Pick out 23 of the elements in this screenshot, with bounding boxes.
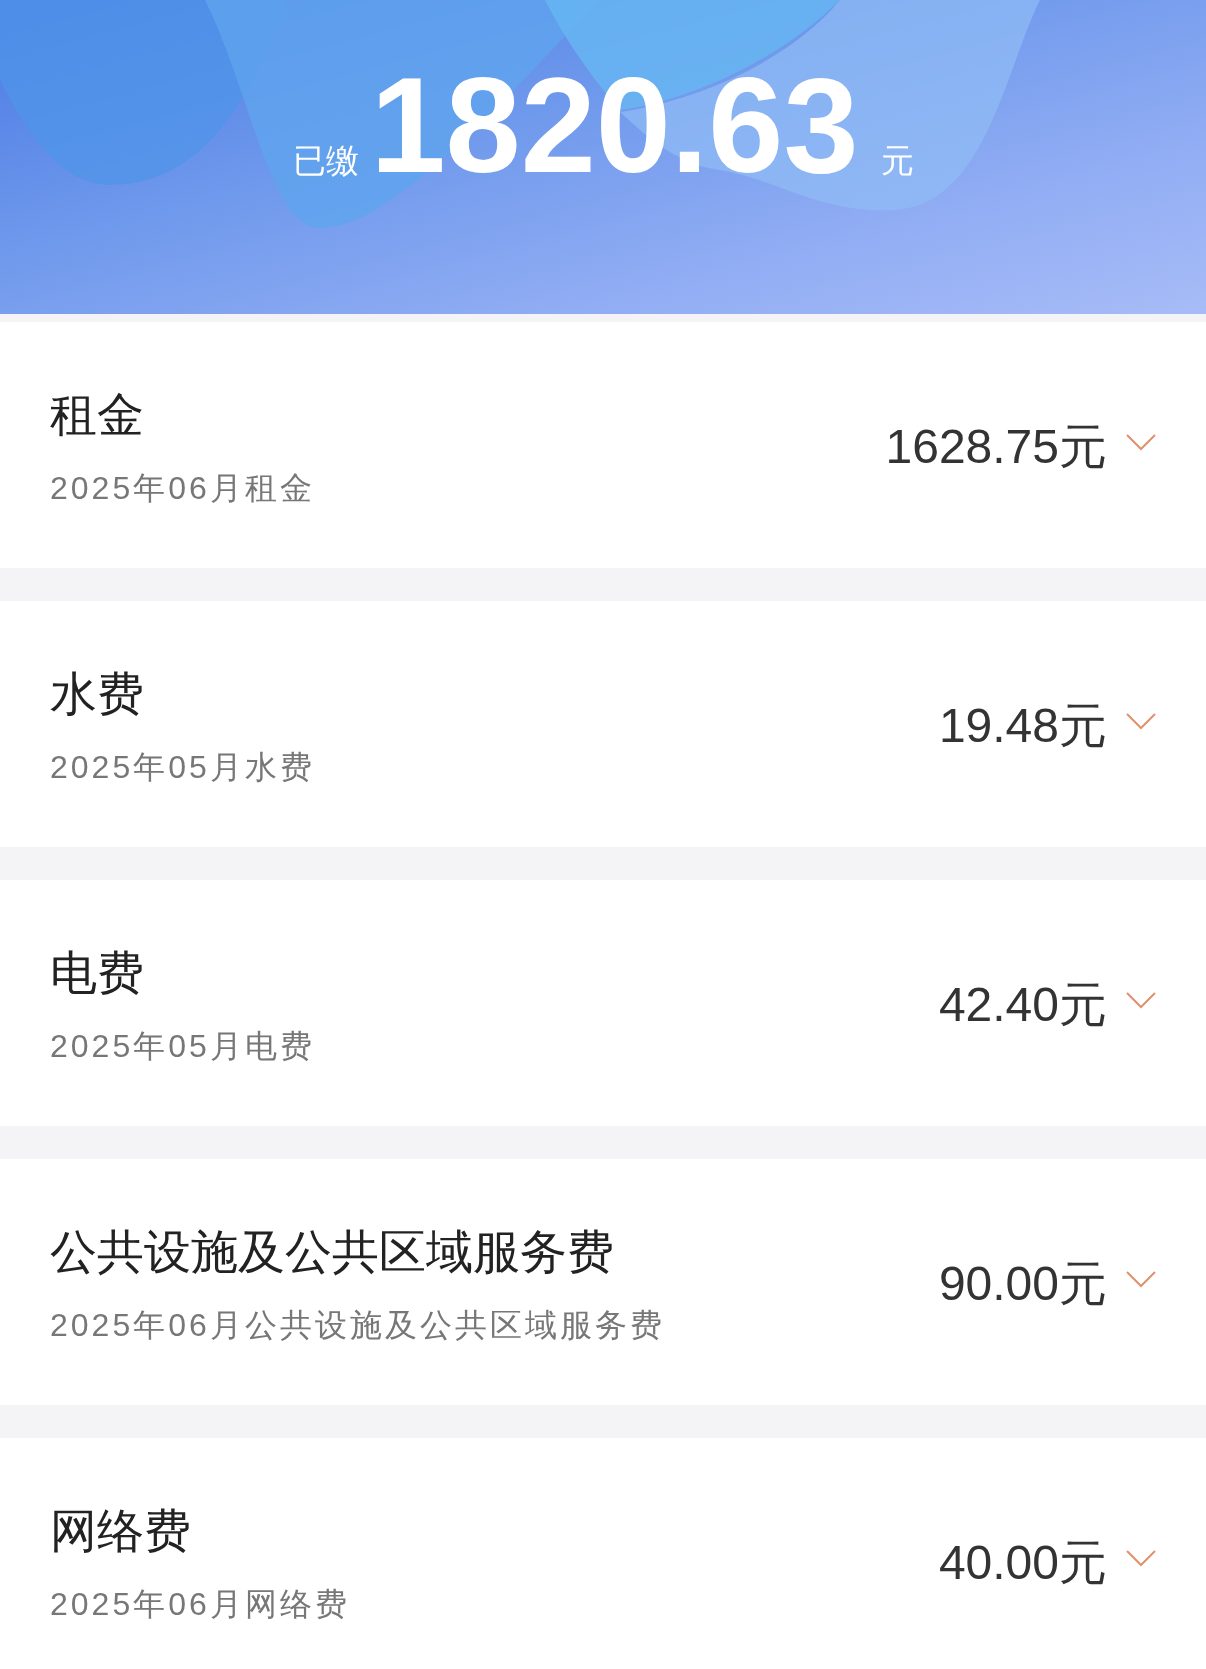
paid-label: 已缴 [292, 144, 359, 177]
bill-amount: 90.00元 [938, 1256, 1107, 1312]
bill-period: 2025年05月水费 [50, 748, 315, 787]
chevron-down-icon[interactable] [1125, 990, 1157, 1010]
chevron-down-icon[interactable] [1125, 1269, 1157, 1289]
total-amount: 1820.63 [370, 58, 859, 193]
bill-title: 租金 [50, 387, 144, 443]
bill-title: 公共设施及公共区域服务费 [50, 1224, 614, 1280]
bill-amount: 40.00元 [938, 1535, 1107, 1591]
bill-period: 2025年06月网络费 [50, 1585, 350, 1624]
bill-period: 2025年06月公共设施及公共区域服务费 [50, 1306, 665, 1345]
bill-title: 水费 [50, 666, 144, 722]
bill-title: 电费 [50, 945, 144, 1001]
bill-title: 网络费 [50, 1503, 191, 1559]
chevron-down-icon[interactable] [1125, 1548, 1157, 1568]
bill-period: 2025年05月电费 [50, 1027, 315, 1066]
bill-amount: 42.40元 [938, 977, 1107, 1033]
chevron-down-icon[interactable] [1125, 432, 1157, 452]
chevron-down-icon[interactable] [1125, 711, 1157, 731]
bill-amount: 1628.75元 [885, 419, 1107, 475]
bill-amount: 19.48元 [938, 698, 1107, 754]
currency-unit: 元 [880, 144, 914, 177]
bill-period: 2025年06月租金 [50, 469, 315, 508]
